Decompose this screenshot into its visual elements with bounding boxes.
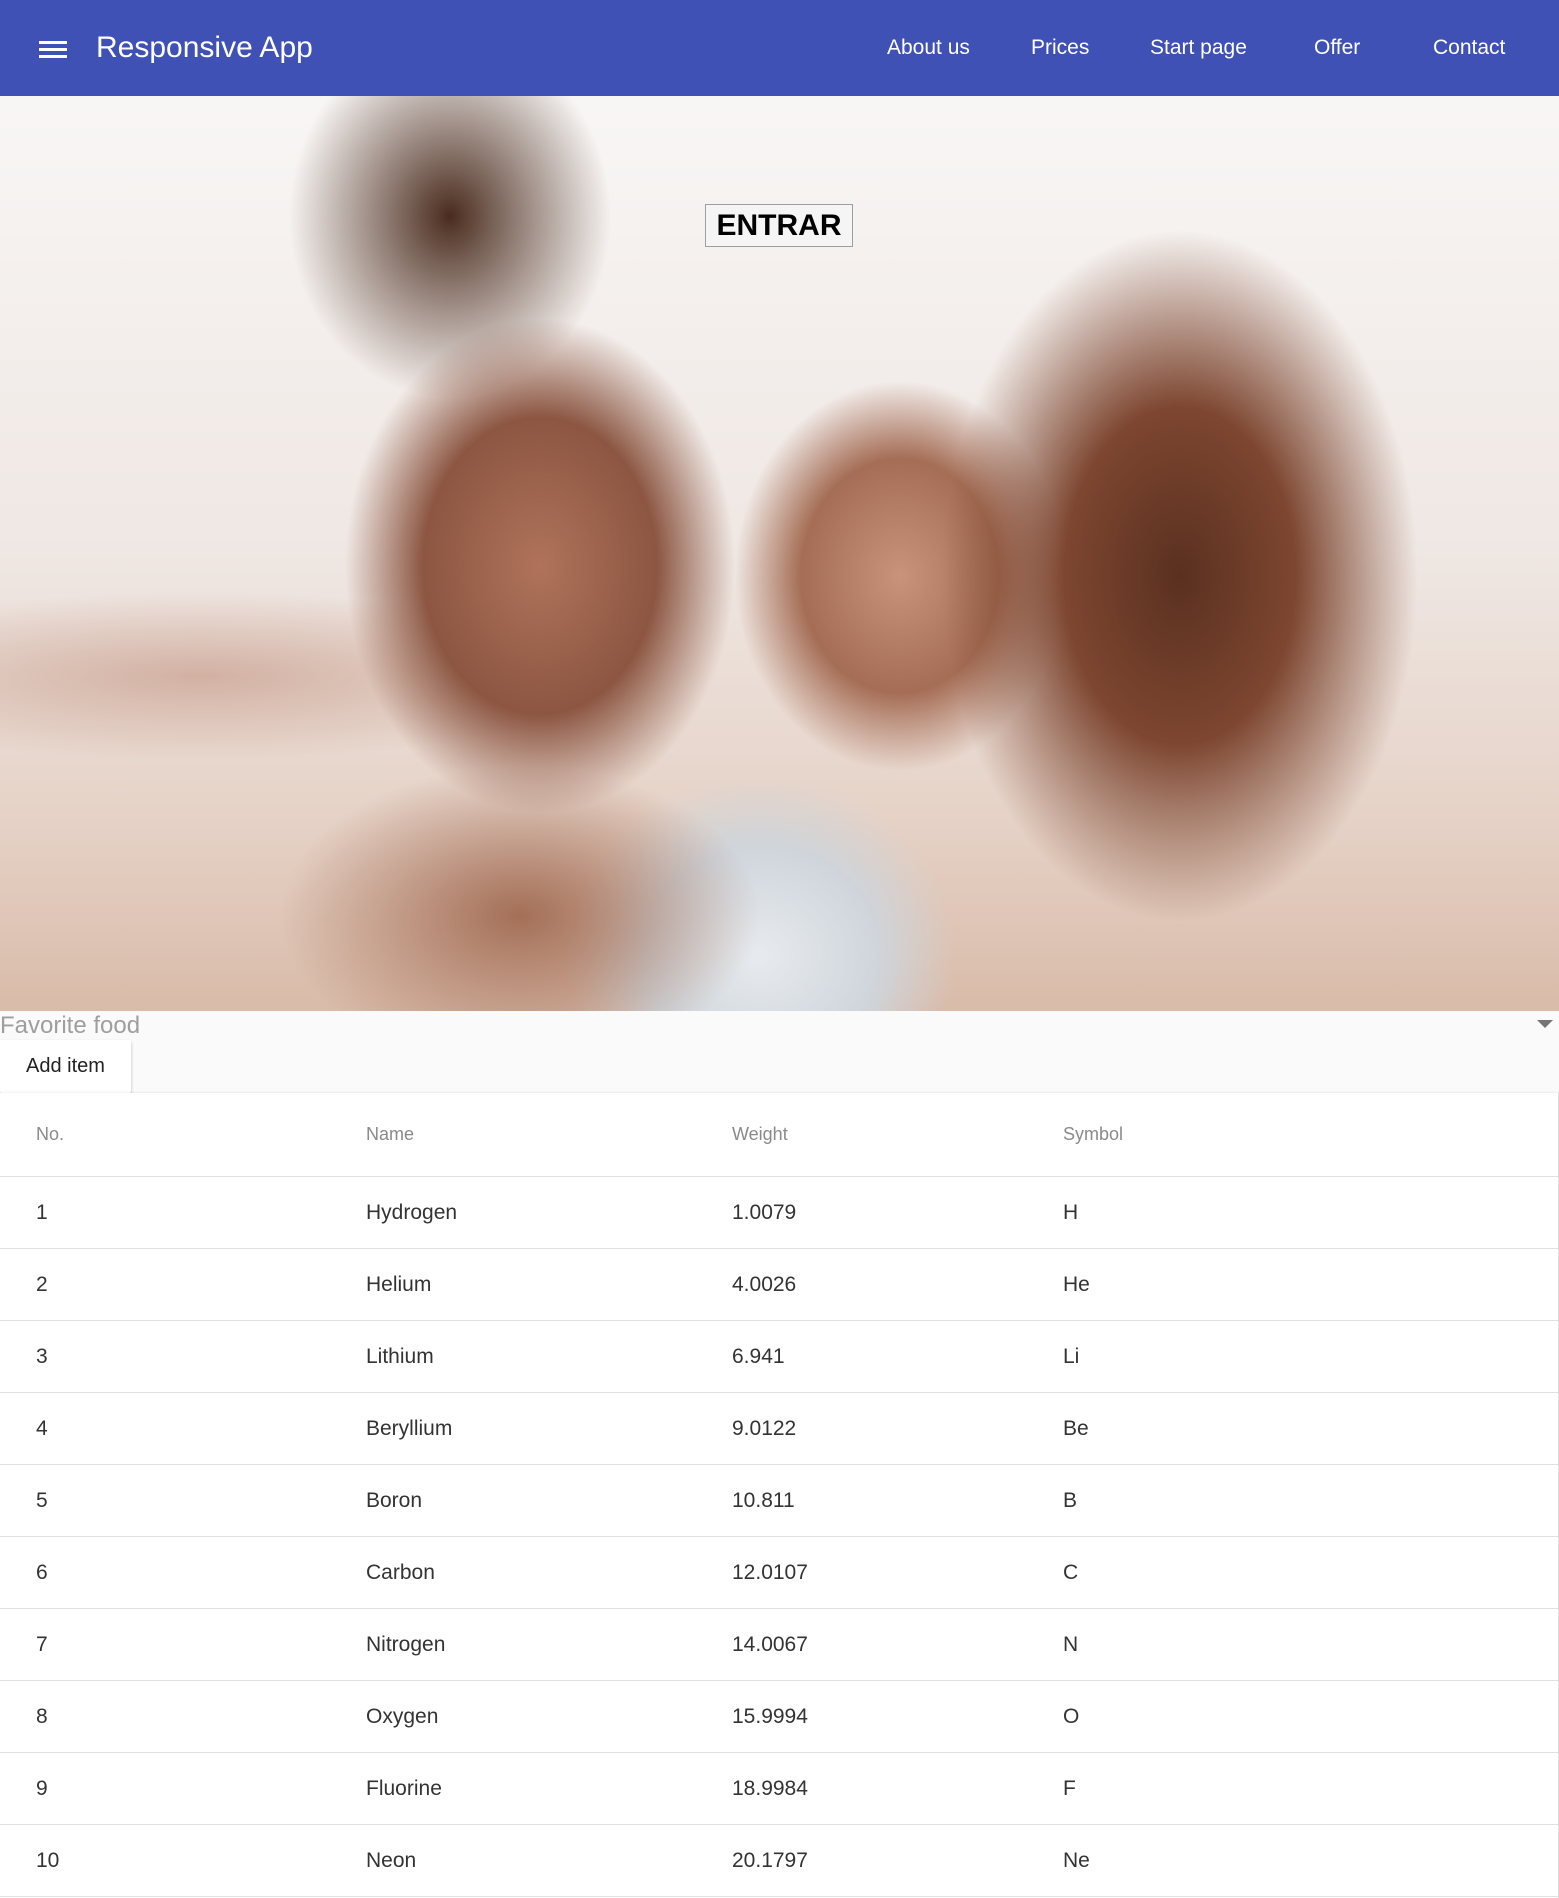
cell-weight: 6.941 — [732, 1345, 785, 1368]
favorite-food-select[interactable]: Favorite food — [0, 1011, 1559, 1041]
table-header: No. Name Weight Symbol — [0, 1093, 1559, 1177]
table-row: 2 Helium 4.0026 He — [0, 1249, 1559, 1321]
cell-name: Hydrogen — [366, 1201, 458, 1224]
cell-symbol: F — [1063, 1777, 1076, 1800]
elements-table: No. Name Weight Symbol 1 Hydrogen 1.0079… — [0, 1093, 1559, 1898]
cell-symbol: C — [1063, 1561, 1079, 1584]
cell-weight: 20.1797 — [732, 1849, 808, 1872]
cell-symbol: B — [1063, 1489, 1078, 1512]
cell-name: Carbon — [366, 1561, 435, 1584]
cell-symbol: Ne — [1063, 1849, 1090, 1872]
table-row: 1 Hydrogen 1.0079 H — [0, 1177, 1559, 1249]
table-row: 8 Oxygen 15.9994 O — [0, 1681, 1559, 1753]
nav-offer[interactable]: Offer — [1314, 36, 1360, 60]
dropdown-arrow-icon — [1537, 1020, 1553, 1028]
cell-no: 8 — [36, 1705, 48, 1728]
cell-no: 9 — [36, 1777, 48, 1800]
cell-name: Fluorine — [366, 1777, 442, 1800]
cell-symbol: Be — [1063, 1417, 1089, 1440]
cell-name: Boron — [366, 1489, 423, 1512]
hamburger-menu-icon[interactable] — [34, 30, 74, 66]
cell-symbol: Li — [1063, 1345, 1080, 1368]
cell-weight: 14.0067 — [732, 1633, 808, 1656]
add-item-button[interactable]: Add item — [0, 1040, 131, 1093]
nav-prices[interactable]: Prices — [1031, 36, 1089, 60]
table-row: 10 Neon 20.1797 Ne — [0, 1825, 1559, 1897]
enter-button[interactable]: ENTRAR — [705, 204, 853, 247]
cell-name: Beryllium — [366, 1417, 453, 1440]
cell-weight: 15.9994 — [732, 1705, 808, 1728]
cell-name: Nitrogen — [366, 1633, 446, 1656]
cell-weight: 12.0107 — [732, 1561, 808, 1584]
cell-no: 2 — [36, 1273, 48, 1296]
app-bar: Responsive App About us Prices Start pag… — [0, 0, 1559, 96]
cell-symbol: H — [1063, 1201, 1079, 1224]
table-row: 4 Beryllium 9.0122 Be — [0, 1393, 1559, 1465]
hero-image: ENTRAR — [0, 96, 1559, 1011]
cell-symbol: O — [1063, 1705, 1080, 1728]
cell-no: 7 — [36, 1633, 48, 1656]
table-row: 7 Nitrogen 14.0067 N — [0, 1609, 1559, 1681]
cell-weight: 9.0122 — [732, 1417, 797, 1440]
cell-no: 5 — [36, 1489, 48, 1512]
table-row: 6 Carbon 12.0107 C — [0, 1537, 1559, 1609]
cell-weight: 10.811 — [732, 1489, 795, 1512]
cell-name: Lithium — [366, 1345, 434, 1368]
cell-weight: 1.0079 — [732, 1201, 797, 1224]
header-name[interactable]: Name — [366, 1124, 414, 1144]
cell-no: 1 — [36, 1201, 48, 1224]
app-title: Responsive App — [96, 31, 313, 64]
nav-about-us[interactable]: About us — [887, 36, 970, 60]
nav-start-page[interactable]: Start page — [1150, 36, 1247, 60]
cell-weight: 18.9984 — [732, 1777, 808, 1800]
cell-no: 6 — [36, 1561, 48, 1584]
cell-symbol: He — [1063, 1273, 1090, 1296]
header-no[interactable]: No. — [36, 1124, 64, 1144]
cell-no: 3 — [36, 1345, 48, 1368]
table-row: 9 Fluorine 18.9984 F — [0, 1753, 1559, 1825]
cell-no: 10 — [36, 1849, 60, 1872]
cell-no: 4 — [36, 1417, 48, 1440]
table-row: 5 Boron 10.811 B — [0, 1465, 1559, 1537]
cell-name: Helium — [366, 1273, 432, 1296]
cell-name: Oxygen — [366, 1705, 439, 1728]
nav-contact[interactable]: Contact — [1433, 36, 1505, 60]
select-placeholder: Favorite food — [0, 1012, 141, 1039]
table-row: 3 Lithium 6.941 Li — [0, 1321, 1559, 1393]
cell-name: Neon — [366, 1849, 417, 1872]
header-weight[interactable]: Weight — [732, 1124, 788, 1144]
cell-weight: 4.0026 — [732, 1273, 797, 1296]
header-symbol[interactable]: Symbol — [1063, 1124, 1123, 1144]
cell-symbol: N — [1063, 1633, 1079, 1656]
